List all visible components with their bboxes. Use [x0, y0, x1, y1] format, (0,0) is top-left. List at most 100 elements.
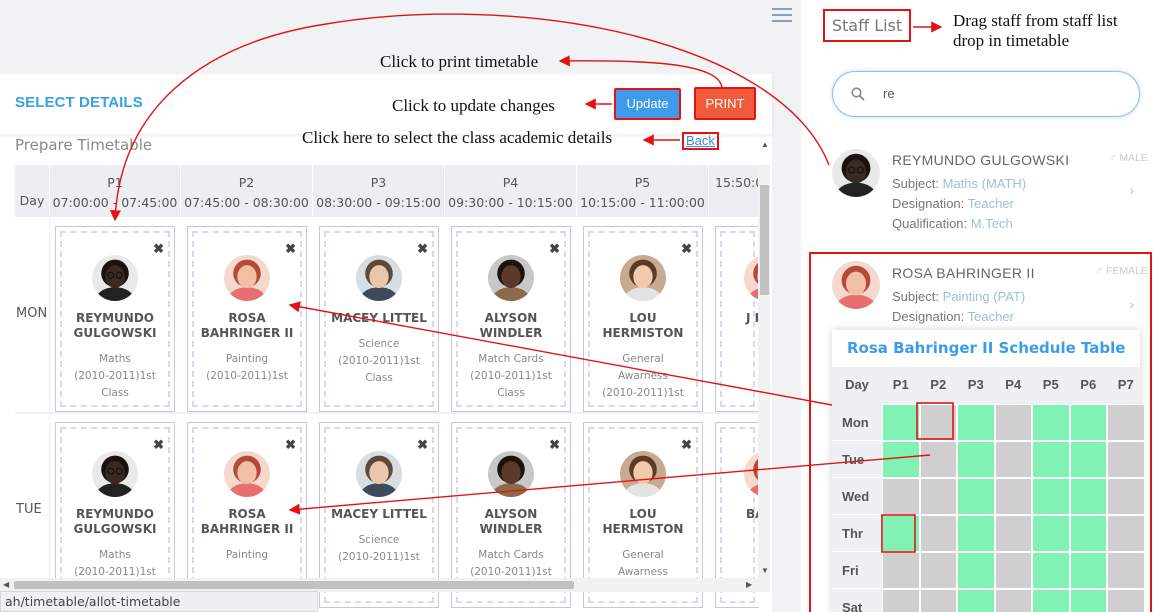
timetable-slot-card[interactable]: ✖ ROSA BAHRINGER II Painting (2010-2011)1st — [187, 226, 307, 412]
staff-list-title: Staff List — [823, 9, 911, 42]
slot-drop-zone[interactable]: BA — [720, 427, 759, 603]
schedule-day-fri: Fri — [842, 563, 859, 578]
schedule-cell — [994, 478, 1032, 515]
remove-icon[interactable]: ✖ — [153, 241, 164, 257]
avatar — [92, 451, 138, 497]
period-header-p3: P3 08:30:00 - 09:15:00 — [313, 165, 445, 217]
avatar — [832, 149, 880, 197]
timetable-slot-card[interactable]: ✖ LOU HERMISTON General Awarness (2010-2011)… — [583, 226, 703, 412]
staff-subject: Subject: Maths (MATH) — [892, 176, 1027, 191]
schedule-cell — [1069, 404, 1107, 441]
scroll-right-icon[interactable]: ▶ — [746, 580, 752, 589]
search-icon — [851, 87, 865, 106]
timetable-slot-card[interactable]: J BA — [715, 226, 759, 412]
slot-subject: Match Cards — [478, 353, 544, 365]
scroll-left-icon[interactable]: ◀ — [3, 580, 9, 589]
avatar — [92, 255, 138, 301]
schedule-cell — [1107, 552, 1145, 589]
schedule-header-p4: P4 — [1005, 377, 1022, 392]
slot-teacher-name: BA — [746, 507, 759, 521]
back-link[interactable]: Back — [682, 132, 719, 150]
slot-teacher-name: ROSA BAHRINGER II — [200, 507, 294, 536]
schedule-day-wed: Wed — [842, 489, 870, 504]
gender-icon: ♂ — [1095, 265, 1106, 277]
remove-icon[interactable]: ✖ — [681, 241, 692, 257]
slot-class: (2010-2011)1st — [470, 370, 552, 382]
schedule-cell — [919, 515, 957, 552]
schedule-day-tue: Tue — [842, 452, 865, 467]
remove-icon[interactable]: ✖ — [285, 241, 296, 257]
remove-icon[interactable]: ✖ — [417, 437, 428, 453]
remove-icon[interactable]: ✖ — [417, 241, 428, 257]
schedule-cell — [957, 589, 995, 612]
chevron-right-icon[interactable]: › — [1129, 182, 1134, 198]
search-value: re — [883, 86, 895, 101]
schedule-cell — [1107, 441, 1145, 478]
period-header-p5: P5 10:15:00 - 11:00:00 — [577, 165, 709, 217]
slot-drop-zone[interactable]: ✖ LOU HERMISTON General Awarness (2010-2011)… — [588, 231, 698, 407]
staff-item[interactable]: REYMUNDO GULGOWSKI ♂ MALE Subject: Maths… — [810, 140, 1168, 240]
day-label-mon: MON — [16, 306, 48, 321]
slot-subject: General — [622, 549, 664, 561]
schedule-cell — [882, 515, 920, 552]
slot-drop-zone[interactable]: ✖ MACEY LITTEL Science (2010-2011)1st — [324, 427, 434, 603]
slot-drop-zone[interactable]: ✖ REYMUNDO GULGOWSKI Maths (2010-2011)1st Cl… — [60, 231, 170, 407]
slot-teacher-name: ALYSON WINDLER — [479, 311, 543, 340]
avatar — [224, 451, 270, 497]
schedule-cell — [919, 552, 957, 589]
slot-subject: Science — [358, 534, 400, 546]
schedule-cell — [919, 478, 957, 515]
print-button[interactable]: PRINT — [694, 87, 756, 120]
period-header-p2: P2 07:45:00 - 08:30:00 — [181, 165, 313, 217]
avatar — [744, 451, 759, 497]
slot-drop-zone[interactable]: ✖ MACEY LITTEL Science (2010-2011)1st Class — [324, 231, 434, 407]
avatar — [744, 255, 759, 301]
slot-teacher-name: MACEY LITTEL — [331, 311, 427, 325]
slot-drop-zone[interactable]: ✖ ROSA BAHRINGER II Painting — [192, 427, 302, 603]
schedule-header-p6: P6 — [1080, 377, 1097, 392]
schedule-cell — [1032, 515, 1070, 552]
remove-icon[interactable]: ✖ — [549, 437, 560, 453]
schedule-header-p1: P1 — [892, 377, 909, 392]
schedule-cell — [1107, 478, 1145, 515]
slot-subject: Painting — [225, 353, 269, 365]
schedule-cell — [1032, 589, 1070, 612]
remove-icon[interactable]: ✖ — [285, 437, 296, 453]
schedule-cell — [1032, 404, 1070, 441]
vertical-scroll-thumb[interactable] — [760, 185, 769, 295]
avatar — [356, 451, 402, 497]
slot-class: (2010-2011)1st — [338, 551, 420, 563]
schedule-cell — [919, 589, 957, 612]
schedule-day-thr: Thr — [842, 526, 863, 541]
slot-drop-zone[interactable]: ✖ ALYSON WINDLER Match Cards (2010-2011)1st — [456, 427, 566, 603]
slot-drop-zone[interactable]: ✖ ALYSON WINDLER Match Cards (2010-2011)1st… — [456, 231, 566, 407]
slot-extra: Class — [365, 372, 393, 384]
timetable-slot-card[interactable]: ✖ ALYSON WINDLER Match Cards (2010-2011)1st… — [451, 226, 571, 412]
slot-drop-zone[interactable]: ✖ LOU HERMISTON General Awarness — [588, 427, 698, 603]
slot-subject: Maths — [99, 353, 131, 365]
scroll-up-icon[interactable]: ▲ — [761, 140, 769, 149]
timetable-slot-card[interactable]: ✖ MACEY LITTEL Science (2010-2011)1st Class — [319, 226, 439, 412]
schedule-header-p2: P2 — [930, 377, 947, 392]
update-button[interactable]: Update — [614, 88, 681, 120]
schedule-cell — [1069, 441, 1107, 478]
scroll-down-icon[interactable]: ▼ — [761, 566, 769, 575]
annotation-drag: Drag staff from staff list drop in timeta… — [953, 11, 1118, 50]
timetable-slot-card[interactable]: ✖ REYMUNDO GULGOWSKI Maths (2010-2011)1st Cl… — [55, 226, 175, 412]
slot-teacher-name: LOU HERMISTON — [602, 311, 684, 340]
menu-icon[interactable] — [772, 8, 792, 22]
slot-drop-zone[interactable]: J BA — [720, 231, 759, 407]
slot-drop-zone[interactable]: ✖ REYMUNDO GULGOWSKI Maths (2010-2011)1st — [60, 427, 170, 603]
staff-search-input[interactable] — [832, 71, 1140, 117]
chevron-right-icon[interactable]: › — [1129, 296, 1134, 312]
remove-icon[interactable]: ✖ — [549, 241, 560, 257]
staff-item[interactable]: ROSA BAHRINGER II ♂ FEMALE Subject: Pain… — [810, 254, 1168, 334]
slot-class: (2010-2011)1st — [206, 370, 288, 382]
select-details-title[interactable]: SELECT DETAILS — [15, 94, 143, 111]
slot-drop-zone[interactable]: ✖ ROSA BAHRINGER II Painting (2010-2011)1st — [192, 231, 302, 407]
horizontal-scroll-thumb[interactable] — [14, 581, 574, 589]
slot-subject-info: Maths (2010-2011)1st Class — [62, 351, 168, 402]
remove-icon[interactable]: ✖ — [153, 437, 164, 453]
avatar — [620, 255, 666, 301]
remove-icon[interactable]: ✖ — [681, 437, 692, 453]
